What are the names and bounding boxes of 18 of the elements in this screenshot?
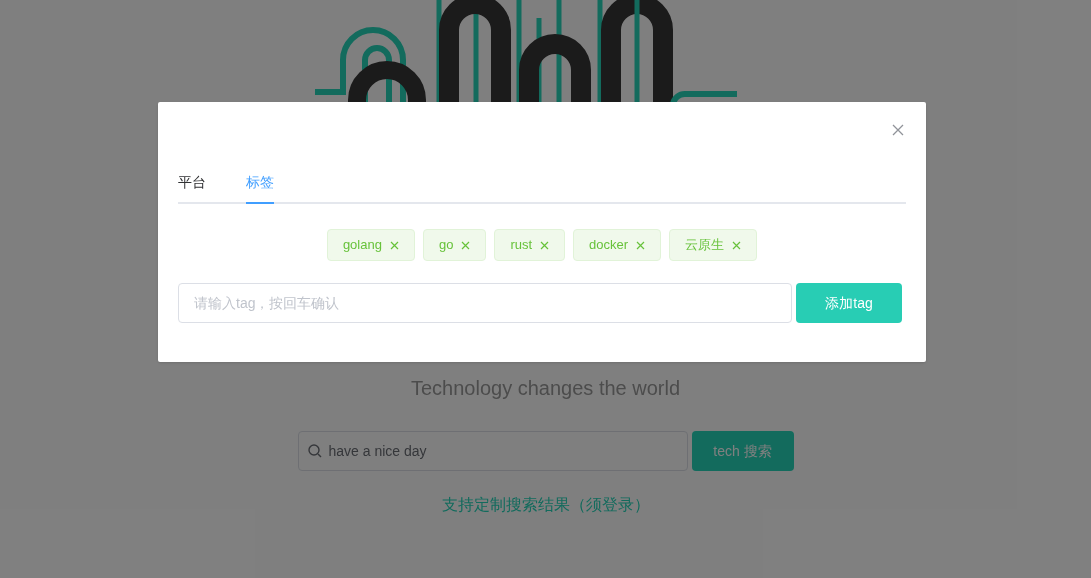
tab[interactable]: 标签 <box>246 172 274 204</box>
tab[interactable]: 平台 <box>178 172 206 204</box>
close-icon[interactable] <box>461 240 471 250</box>
tag: rust <box>494 229 566 261</box>
tag: docker <box>573 229 662 261</box>
tag: go <box>422 229 487 261</box>
tag: golang <box>326 229 415 261</box>
close-icon[interactable] <box>540 240 550 250</box>
add-tag-button[interactable]: 添加tag <box>796 283 902 323</box>
search-icon <box>307 444 322 458</box>
search-button[interactable]: tech 搜索 <box>691 431 794 471</box>
close-icon[interactable] <box>389 240 399 250</box>
close-icon[interactable] <box>636 240 646 250</box>
close-icon[interactable] <box>892 124 904 136</box>
search-field[interactable]: have a nice day <box>297 431 688 471</box>
tag: 云原生 <box>669 229 758 261</box>
close-icon[interactable] <box>732 240 742 250</box>
custom-search-link[interactable]: 支持定制搜索结果（须登录） <box>441 493 650 517</box>
